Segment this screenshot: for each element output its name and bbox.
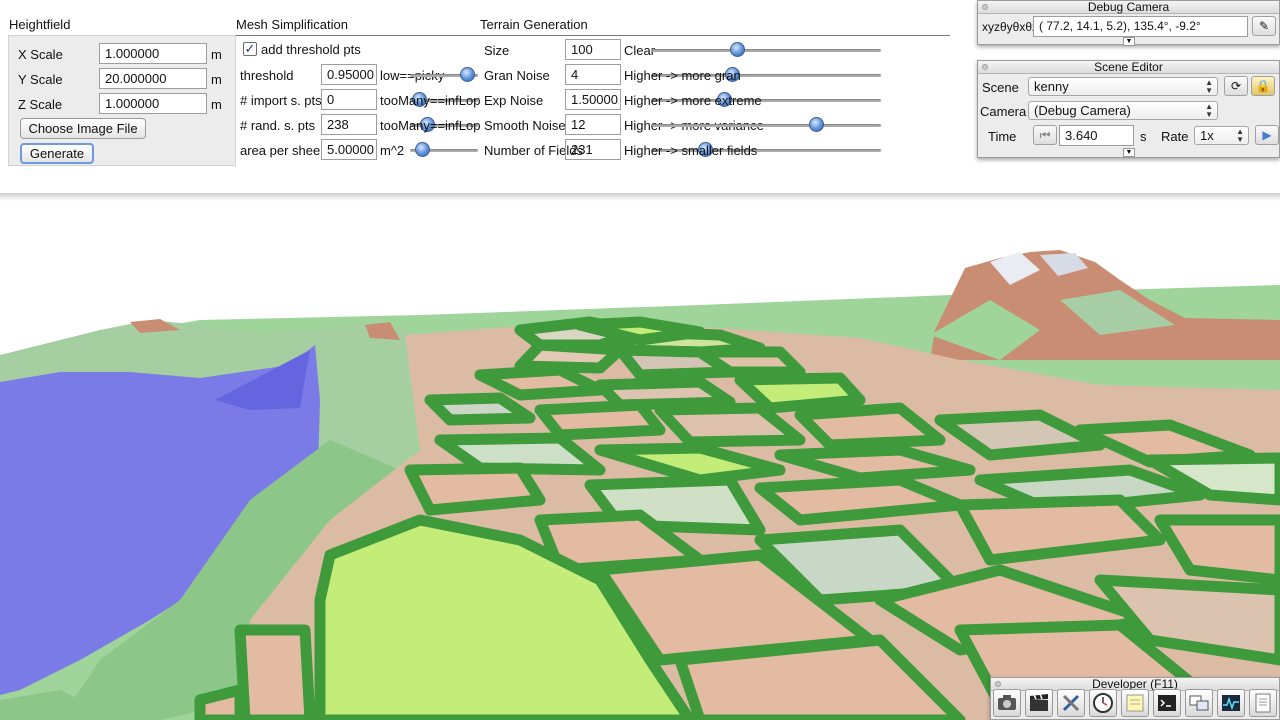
number-of-fields-hint: Higher -> smaller fields	[624, 143, 758, 158]
chevron-down-icon[interactable]: ▼	[1123, 37, 1135, 46]
developer-toolbar: Developer (F11)	[990, 677, 1280, 720]
z-scale-field[interactable]: 1.000000	[99, 93, 207, 114]
rate-label: Rate	[1161, 129, 1189, 144]
threshold-field[interactable]: 0.95000	[321, 64, 377, 85]
lock-icon[interactable]: 🔒	[1251, 76, 1275, 96]
profiler-icon[interactable]	[1217, 689, 1245, 717]
exp-noise-label: Exp Noise	[484, 93, 544, 108]
chevron-down-icon[interactable]: ▼	[1123, 148, 1135, 157]
smooth-noise-slider-knob[interactable]	[809, 117, 824, 132]
z-scale-unit: m	[211, 97, 222, 112]
scene-editor-title: Scene Editor	[978, 61, 1279, 74]
y-scale-label: Y Scale	[18, 72, 63, 87]
stepper-icon: ▲ ▼	[1205, 78, 1213, 95]
heightfield-title: Heightfield	[9, 17, 71, 32]
clapperboard-icon[interactable]	[1025, 689, 1053, 717]
exp-noise-field[interactable]: 1.50000	[565, 89, 621, 110]
camera-select[interactable]: (Debug Camera) ▲ ▼	[1028, 101, 1218, 120]
section-divider	[236, 35, 950, 36]
scene-select[interactable]: kenny ▲ ▼	[1028, 77, 1218, 96]
size-field[interactable]: 100	[565, 39, 621, 60]
panel-shadow	[0, 193, 1280, 201]
size-slider-track[interactable]	[652, 49, 881, 52]
stepper-icon: ▲ ▼	[1205, 102, 1213, 119]
rand-pts-hint: tooMany==infLop	[380, 118, 481, 133]
time-label: Time	[988, 129, 1017, 144]
import-pts-label: # import s. pts	[240, 93, 322, 108]
smooth-noise-slider-track[interactable]	[652, 124, 881, 127]
z-scale-label: Z Scale	[18, 97, 63, 112]
note-icon[interactable]	[1121, 689, 1149, 717]
add-threshold-pts-checkbox[interactable]: ✓	[243, 42, 257, 56]
import-pts-field[interactable]: 0	[321, 89, 377, 110]
smooth-noise-label: Smooth Noise	[484, 118, 566, 133]
scene-select-value: kenny	[1034, 79, 1069, 94]
x-scale-label: X Scale	[18, 47, 63, 62]
tools-icon[interactable]	[1057, 689, 1085, 717]
smooth-noise-field[interactable]: 12	[565, 114, 621, 135]
import-pts-hint: tooMany==infLop	[380, 93, 481, 108]
scene-editor-panel: Scene Editor Scene kenny ▲ ▼ ⟳ 🔒 Camera (…	[977, 60, 1280, 158]
rand-pts-field[interactable]: 238	[321, 114, 377, 135]
exp-noise-hint: Higher -> more extreme	[624, 93, 762, 108]
document-icon[interactable]	[1249, 689, 1277, 717]
size-label: Size	[484, 43, 510, 58]
number-of-fields-field[interactable]: 231	[565, 139, 621, 160]
x-scale-unit: m	[211, 47, 222, 62]
camera-coordinates-field[interactable]: ( 77.2, 14.1, 5.2), 135.4°, -9.2°	[1033, 16, 1248, 37]
camera-icon[interactable]	[993, 689, 1021, 717]
gran-noise-hint: Higher -> more gran	[624, 68, 741, 83]
rewind-icon[interactable]: ⏮	[1033, 125, 1057, 145]
rate-select[interactable]: 1x ▲ ▼	[1194, 126, 1249, 145]
close-icon[interactable]	[982, 64, 988, 70]
y-scale-unit: m	[211, 72, 222, 87]
rate-select-value: 1x	[1200, 128, 1214, 143]
area-per-sheep-slider-knob[interactable]	[415, 142, 430, 157]
camera-select-value: (Debug Camera)	[1034, 103, 1131, 118]
windows-icon[interactable]	[1185, 689, 1213, 717]
time-field[interactable]: 3.640	[1059, 125, 1134, 146]
area-per-sheep-label: area per sheep	[240, 143, 328, 158]
scene-label: Scene	[982, 80, 1019, 95]
stepper-icon: ▲ ▼	[1236, 127, 1244, 144]
y-scale-field[interactable]: 20.000000	[99, 68, 207, 89]
size-slider-knob[interactable]	[730, 42, 745, 57]
terminal-icon[interactable]	[1153, 689, 1181, 717]
generate-button[interactable]: Generate	[20, 143, 94, 164]
debug-camera-panel: Debug Camera xyzθyθxθz ( 77.2, 14.1, 5.2…	[977, 0, 1280, 46]
close-icon[interactable]	[982, 4, 988, 10]
edit-icon[interactable]: ✎	[1252, 16, 1276, 36]
threshold-slider-knob[interactable]	[460, 67, 475, 82]
x-scale-field[interactable]: 1.000000	[99, 43, 207, 64]
clock-icon[interactable]	[1089, 689, 1117, 717]
xyz-label: xyzθyθxθz	[982, 20, 1039, 34]
threshold-label: threshold	[240, 68, 294, 83]
debug-camera-title: Debug Camera	[978, 1, 1279, 14]
choose-image-file-button[interactable]: Choose Image File	[20, 118, 146, 139]
reload-icon[interactable]: ⟳	[1224, 76, 1248, 96]
size-hint: Clear	[624, 43, 656, 58]
time-unit: s	[1140, 129, 1147, 144]
gran-noise-label: Gran Noise	[484, 68, 550, 83]
mesh-simplification-title: Mesh Simplification	[236, 17, 348, 32]
area-per-sheep-field[interactable]: 5.00000	[321, 139, 377, 160]
close-icon[interactable]	[995, 681, 1001, 687]
play-icon[interactable]: ▶	[1255, 125, 1279, 145]
gran-noise-field[interactable]: 4	[565, 64, 621, 85]
area-per-sheep-unit: m^2	[380, 143, 405, 158]
add-threshold-pts-label: add threshold pts	[261, 42, 361, 57]
terrain-generation-title: Terrain Generation	[480, 17, 588, 32]
rand-pts-label: # rand. s. pts	[240, 118, 316, 133]
camera-label: Camera	[980, 104, 1027, 119]
